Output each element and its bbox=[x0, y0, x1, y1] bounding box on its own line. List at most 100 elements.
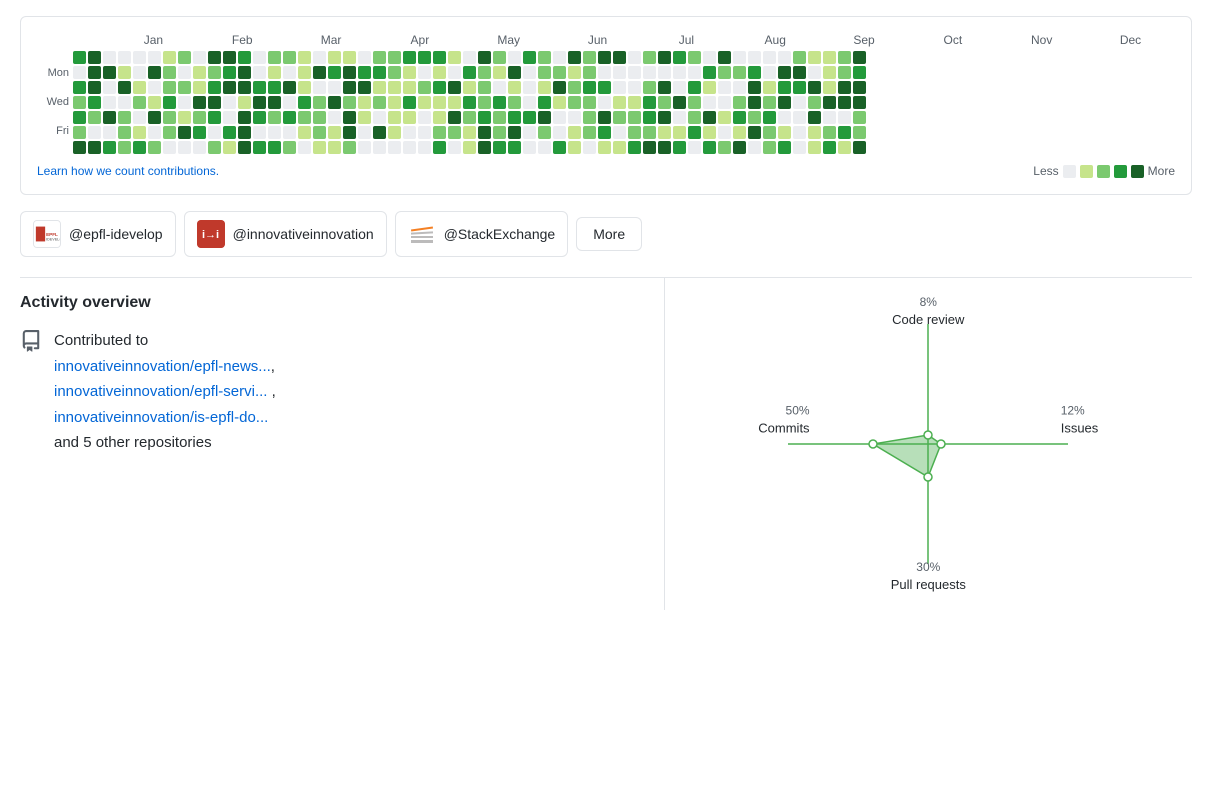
contrib-cell bbox=[793, 51, 806, 64]
org-badge-innovative[interactable]: i→i @innovativeinnovation bbox=[184, 211, 387, 257]
svg-text:IDEVELOP: IDEVELOP bbox=[46, 238, 60, 242]
month-nov: Nov bbox=[997, 33, 1086, 47]
contrib-cell bbox=[478, 111, 491, 124]
org-name-innovative: @innovativeinnovation bbox=[233, 226, 374, 242]
contrib-cell bbox=[733, 66, 746, 79]
contrib-cell bbox=[343, 66, 356, 79]
contrib-cell bbox=[418, 141, 431, 154]
contrib-cell bbox=[628, 51, 641, 64]
org-name-epfl: @epfl-idevelop bbox=[69, 226, 163, 242]
contrib-cell bbox=[583, 66, 596, 79]
repo-link-1[interactable]: innovativeinnovation/epfl-news... bbox=[54, 358, 271, 375]
contrib-cell bbox=[718, 66, 731, 79]
contrib-cell bbox=[658, 51, 671, 64]
contrib-cell bbox=[193, 66, 206, 79]
contrib-cell bbox=[583, 111, 596, 124]
contrib-cell bbox=[163, 96, 176, 109]
svg-text:EPFL: EPFL bbox=[46, 232, 58, 237]
org-badge-stackexchange[interactable]: @StackExchange bbox=[395, 211, 569, 257]
contrib-cell bbox=[358, 111, 371, 124]
contrib-cell bbox=[778, 51, 791, 64]
radar-label-top: 8% Code review bbox=[892, 294, 964, 329]
contrib-cell bbox=[853, 96, 866, 109]
contrib-cell bbox=[208, 51, 221, 64]
contrib-cell bbox=[223, 51, 236, 64]
month-dec: Dec bbox=[1086, 33, 1175, 47]
contribution-graph-section: Jan Feb Mar Apr May Jun Jul Aug Sep Oct … bbox=[20, 16, 1192, 195]
contrib-cell bbox=[568, 51, 581, 64]
contrib-cell bbox=[433, 66, 446, 79]
contrib-cell bbox=[118, 81, 131, 94]
contrib-cell bbox=[148, 126, 161, 139]
contrib-cell bbox=[343, 141, 356, 154]
contrib-cell bbox=[598, 111, 611, 124]
legend-cell-0 bbox=[1063, 165, 1076, 178]
contrib-cell bbox=[673, 126, 686, 139]
contrib-cell bbox=[838, 111, 851, 124]
month-sep: Sep bbox=[820, 33, 909, 47]
org-logo-stackexchange bbox=[408, 220, 436, 248]
contrib-cell bbox=[658, 81, 671, 94]
activity-contributed-text: Contributed to innovativeinnovation/epfl… bbox=[54, 328, 276, 456]
contrib-cell bbox=[103, 81, 116, 94]
contrib-cell bbox=[448, 51, 461, 64]
contrib-cell bbox=[658, 126, 671, 139]
contrib-cell bbox=[793, 126, 806, 139]
repo-link-2[interactable]: innovativeinnovation/epfl-servi... bbox=[54, 383, 267, 400]
contrib-cell bbox=[808, 141, 821, 154]
contrib-cell bbox=[733, 111, 746, 124]
contrib-cell bbox=[628, 66, 641, 79]
contrib-cell bbox=[433, 126, 446, 139]
contrib-cell bbox=[418, 81, 431, 94]
contrib-cell bbox=[478, 51, 491, 64]
contrib-cell bbox=[358, 51, 371, 64]
contrib-cell bbox=[853, 81, 866, 94]
contrib-cell bbox=[493, 81, 506, 94]
contrib-cell bbox=[508, 96, 521, 109]
org-badge-epfl[interactable]: EPFL IDEVELOP @epfl-idevelop bbox=[20, 211, 176, 257]
month-jan: Jan bbox=[109, 33, 198, 47]
radar-label-left: 50% Commits bbox=[758, 403, 809, 438]
contrib-months: Jan Feb Mar Apr May Jun Jul Aug Sep Oct … bbox=[37, 33, 1175, 47]
contrib-cell bbox=[298, 111, 311, 124]
more-orgs-button[interactable]: More bbox=[576, 217, 642, 251]
contrib-cell bbox=[718, 81, 731, 94]
contrib-cell bbox=[298, 126, 311, 139]
contrib-cell bbox=[613, 126, 626, 139]
activity-right-panel: 8% Code review 12% Issues 30% Pull reque… bbox=[665, 278, 1192, 610]
day-wed: Wed bbox=[37, 96, 69, 109]
contrib-cell bbox=[583, 141, 596, 154]
day-mon: Mon bbox=[37, 67, 69, 80]
contrib-cell bbox=[523, 51, 536, 64]
repo-link-3[interactable]: innovativeinnovation/is-epfl-do... bbox=[54, 409, 268, 426]
contrib-cell bbox=[373, 141, 386, 154]
contrib-cell bbox=[73, 96, 86, 109]
contrib-cell bbox=[373, 51, 386, 64]
contrib-cell bbox=[733, 51, 746, 64]
contrib-cell bbox=[493, 66, 506, 79]
contrib-cell bbox=[118, 51, 131, 64]
contrib-cell bbox=[733, 126, 746, 139]
contrib-cell bbox=[343, 81, 356, 94]
main-container: Jan Feb Mar Apr May Jun Jul Aug Sep Oct … bbox=[0, 0, 1212, 626]
contrib-cell bbox=[658, 141, 671, 154]
contrib-cell bbox=[328, 66, 341, 79]
contrib-cell bbox=[688, 96, 701, 109]
contrib-cell bbox=[553, 141, 566, 154]
contrib-footer: Learn how we count contributions. Less M… bbox=[37, 164, 1175, 178]
contrib-cell bbox=[613, 141, 626, 154]
day-thu bbox=[37, 111, 69, 124]
contrib-cell bbox=[643, 51, 656, 64]
contrib-cell bbox=[823, 51, 836, 64]
contrib-cell bbox=[823, 126, 836, 139]
contrib-cell bbox=[433, 96, 446, 109]
contrib-cell bbox=[103, 126, 116, 139]
contrib-cell bbox=[778, 126, 791, 139]
contrib-cell bbox=[253, 81, 266, 94]
contrib-cell bbox=[523, 141, 536, 154]
activity-title: Activity overview bbox=[20, 294, 648, 312]
learn-contributions-link[interactable]: Learn how we count contributions. bbox=[37, 164, 219, 178]
contrib-cell bbox=[583, 126, 596, 139]
contrib-cell bbox=[223, 126, 236, 139]
contrib-cell bbox=[748, 51, 761, 64]
